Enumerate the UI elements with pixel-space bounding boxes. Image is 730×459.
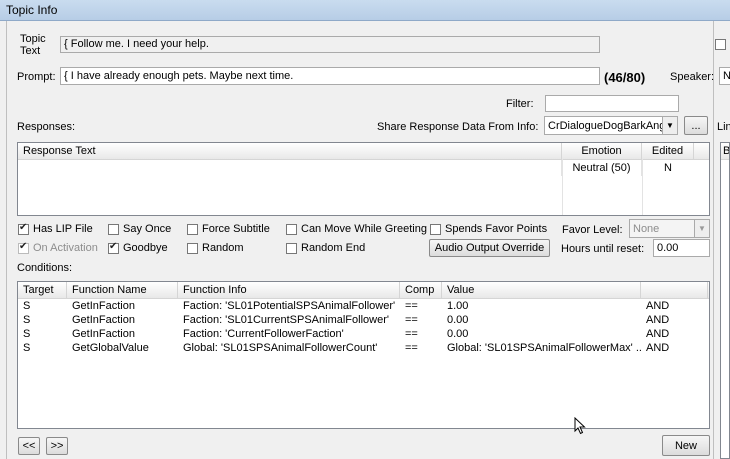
table-row[interactable]: S GetInFaction Faction: 'CurrentFollower… <box>18 327 709 341</box>
col-function-name[interactable]: Function Name <box>67 282 178 298</box>
link-label: Lin <box>717 121 730 133</box>
filter-label: Filter: <box>506 98 534 110</box>
prompt-input[interactable]: { I have already enough pets. Maybe next… <box>60 67 600 85</box>
response-table[interactable]: Response Text Emotion Edited Neutral (50… <box>17 142 710 216</box>
side-list[interactable]: B <box>720 142 730 459</box>
response-table-header: Response Text Emotion Edited <box>18 143 709 160</box>
topic-label: Topic Text <box>20 33 46 57</box>
on-activation-checkbox[interactable] <box>18 241 29 254</box>
favor-level-label: Favor Level: <box>562 224 623 236</box>
on-activation-option[interactable]: On Activation <box>18 241 98 254</box>
random-end-checkbox[interactable] <box>286 242 297 254</box>
next-button[interactable]: >> <box>46 437 68 455</box>
hours-reset-label: Hours until reset: <box>561 243 645 255</box>
conditions-table-header: Target Function Name Function Info Comp … <box>18 282 709 299</box>
can-move-option[interactable]: Can Move While Greeting <box>286 223 427 235</box>
col-value[interactable]: Value <box>442 282 641 298</box>
topic-text-field[interactable]: { Follow me. I need your help. <box>60 36 600 53</box>
new-button[interactable]: New <box>662 435 710 456</box>
audio-output-override-button[interactable]: Audio Output Override <box>429 239 550 257</box>
chevron-down-icon[interactable]: ▼ <box>694 220 709 237</box>
mouse-cursor-icon <box>574 417 586 435</box>
title-bar[interactable]: Topic Info <box>0 0 730 21</box>
random-end-option[interactable]: Random End <box>286 242 365 254</box>
random-checkbox[interactable] <box>187 242 198 254</box>
say-once-option[interactable]: Say Once <box>108 223 171 235</box>
previous-button[interactable]: << <box>18 437 40 455</box>
share-response-select[interactable]: CrDialogueDogBarkAng ▼ <box>544 116 678 135</box>
window-title: Topic Info <box>6 3 58 17</box>
table-row[interactable]: S GetInFaction Faction: 'SL01CurrentSPSA… <box>18 313 709 327</box>
left-frame <box>6 21 7 459</box>
col-comp[interactable]: Comp <box>400 282 442 298</box>
grid-divider <box>562 159 563 215</box>
prompt-char-count: (46/80) <box>604 70 646 85</box>
right-checkbox[interactable] <box>715 38 726 50</box>
right-frame <box>713 21 714 459</box>
side-list-header: B <box>721 143 729 160</box>
speaker-select[interactable]: N <box>719 67 730 85</box>
filter-input[interactable] <box>545 95 679 112</box>
share-label: Share Response Data From Info: <box>377 121 539 133</box>
col-function-info[interactable]: Function Info <box>178 282 400 298</box>
hours-reset-input[interactable]: 0.00 <box>653 239 710 257</box>
speaker-label: Speaker: <box>670 71 715 83</box>
force-subtitle-checkbox[interactable] <box>187 223 198 235</box>
favor-level-select[interactable]: None ▼ <box>629 219 710 238</box>
grid-divider <box>642 159 643 215</box>
spends-favor-option[interactable]: Spends Favor Points <box>430 223 547 235</box>
force-subtitle-option[interactable]: Force Subtitle <box>187 223 270 235</box>
has-lip-file-option[interactable]: Has LIP File <box>18 222 93 235</box>
col-response-text[interactable]: Response Text <box>18 143 562 159</box>
spends-favor-checkbox[interactable] <box>430 223 441 235</box>
col-target[interactable]: Target <box>18 282 67 298</box>
table-row[interactable]: S GetInFaction Faction: 'SL01PotentialSP… <box>18 299 709 313</box>
col-operator[interactable] <box>641 282 708 298</box>
can-move-checkbox[interactable] <box>286 223 297 235</box>
conditions-table[interactable]: Target Function Name Function Info Comp … <box>17 281 710 429</box>
goodbye-option[interactable]: Goodbye <box>108 241 168 254</box>
random-option[interactable]: Random <box>187 242 244 254</box>
col-edited[interactable]: Edited <box>642 143 694 159</box>
table-row[interactable]: Neutral (50) N <box>18 160 709 176</box>
table-row[interactable]: S GetGlobalValue Global: 'SL01SPSAnimalF… <box>18 341 709 355</box>
conditions-label: Conditions: <box>17 262 73 274</box>
browse-button[interactable]: ... <box>684 116 708 135</box>
prompt-label: Prompt: <box>17 71 56 83</box>
goodbye-checkbox[interactable] <box>108 241 119 254</box>
col-emotion[interactable]: Emotion <box>562 143 642 159</box>
has-lip-file-checkbox[interactable] <box>18 222 29 235</box>
say-once-checkbox[interactable] <box>108 223 119 235</box>
responses-label: Responses: <box>17 121 76 133</box>
chevron-down-icon[interactable]: ▼ <box>662 117 677 134</box>
